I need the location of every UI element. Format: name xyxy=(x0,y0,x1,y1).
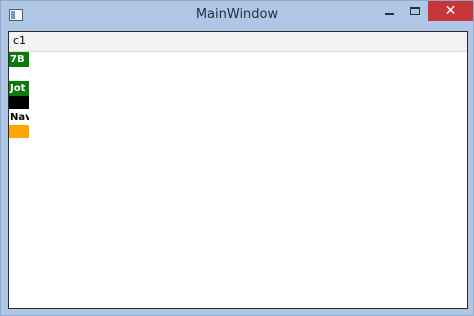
main-window: MainWindow ✕ c1 7B Jot Nav xyxy=(0,0,474,316)
minimize-icon xyxy=(385,13,394,15)
close-icon: ✕ xyxy=(444,3,457,19)
row-swatch-nav xyxy=(9,125,29,138)
maximize-button[interactable] xyxy=(405,1,425,21)
row-swatch-jot xyxy=(9,96,29,109)
column-header-row: c1 xyxy=(9,32,467,52)
close-button[interactable]: ✕ xyxy=(428,1,473,21)
window-title: MainWindow xyxy=(195,7,279,22)
row-label-nav[interactable]: Nav xyxy=(9,110,29,125)
minimize-button[interactable] xyxy=(379,1,399,21)
row-label-7b[interactable]: 7B xyxy=(9,52,29,67)
row-label-jot[interactable]: Jot xyxy=(9,81,29,96)
title-bar[interactable]: MainWindow ✕ xyxy=(1,1,473,31)
column-header-c1[interactable]: c1 xyxy=(13,34,26,47)
client-area: c1 7B Jot Nav xyxy=(8,31,468,309)
maximize-icon xyxy=(410,7,420,15)
